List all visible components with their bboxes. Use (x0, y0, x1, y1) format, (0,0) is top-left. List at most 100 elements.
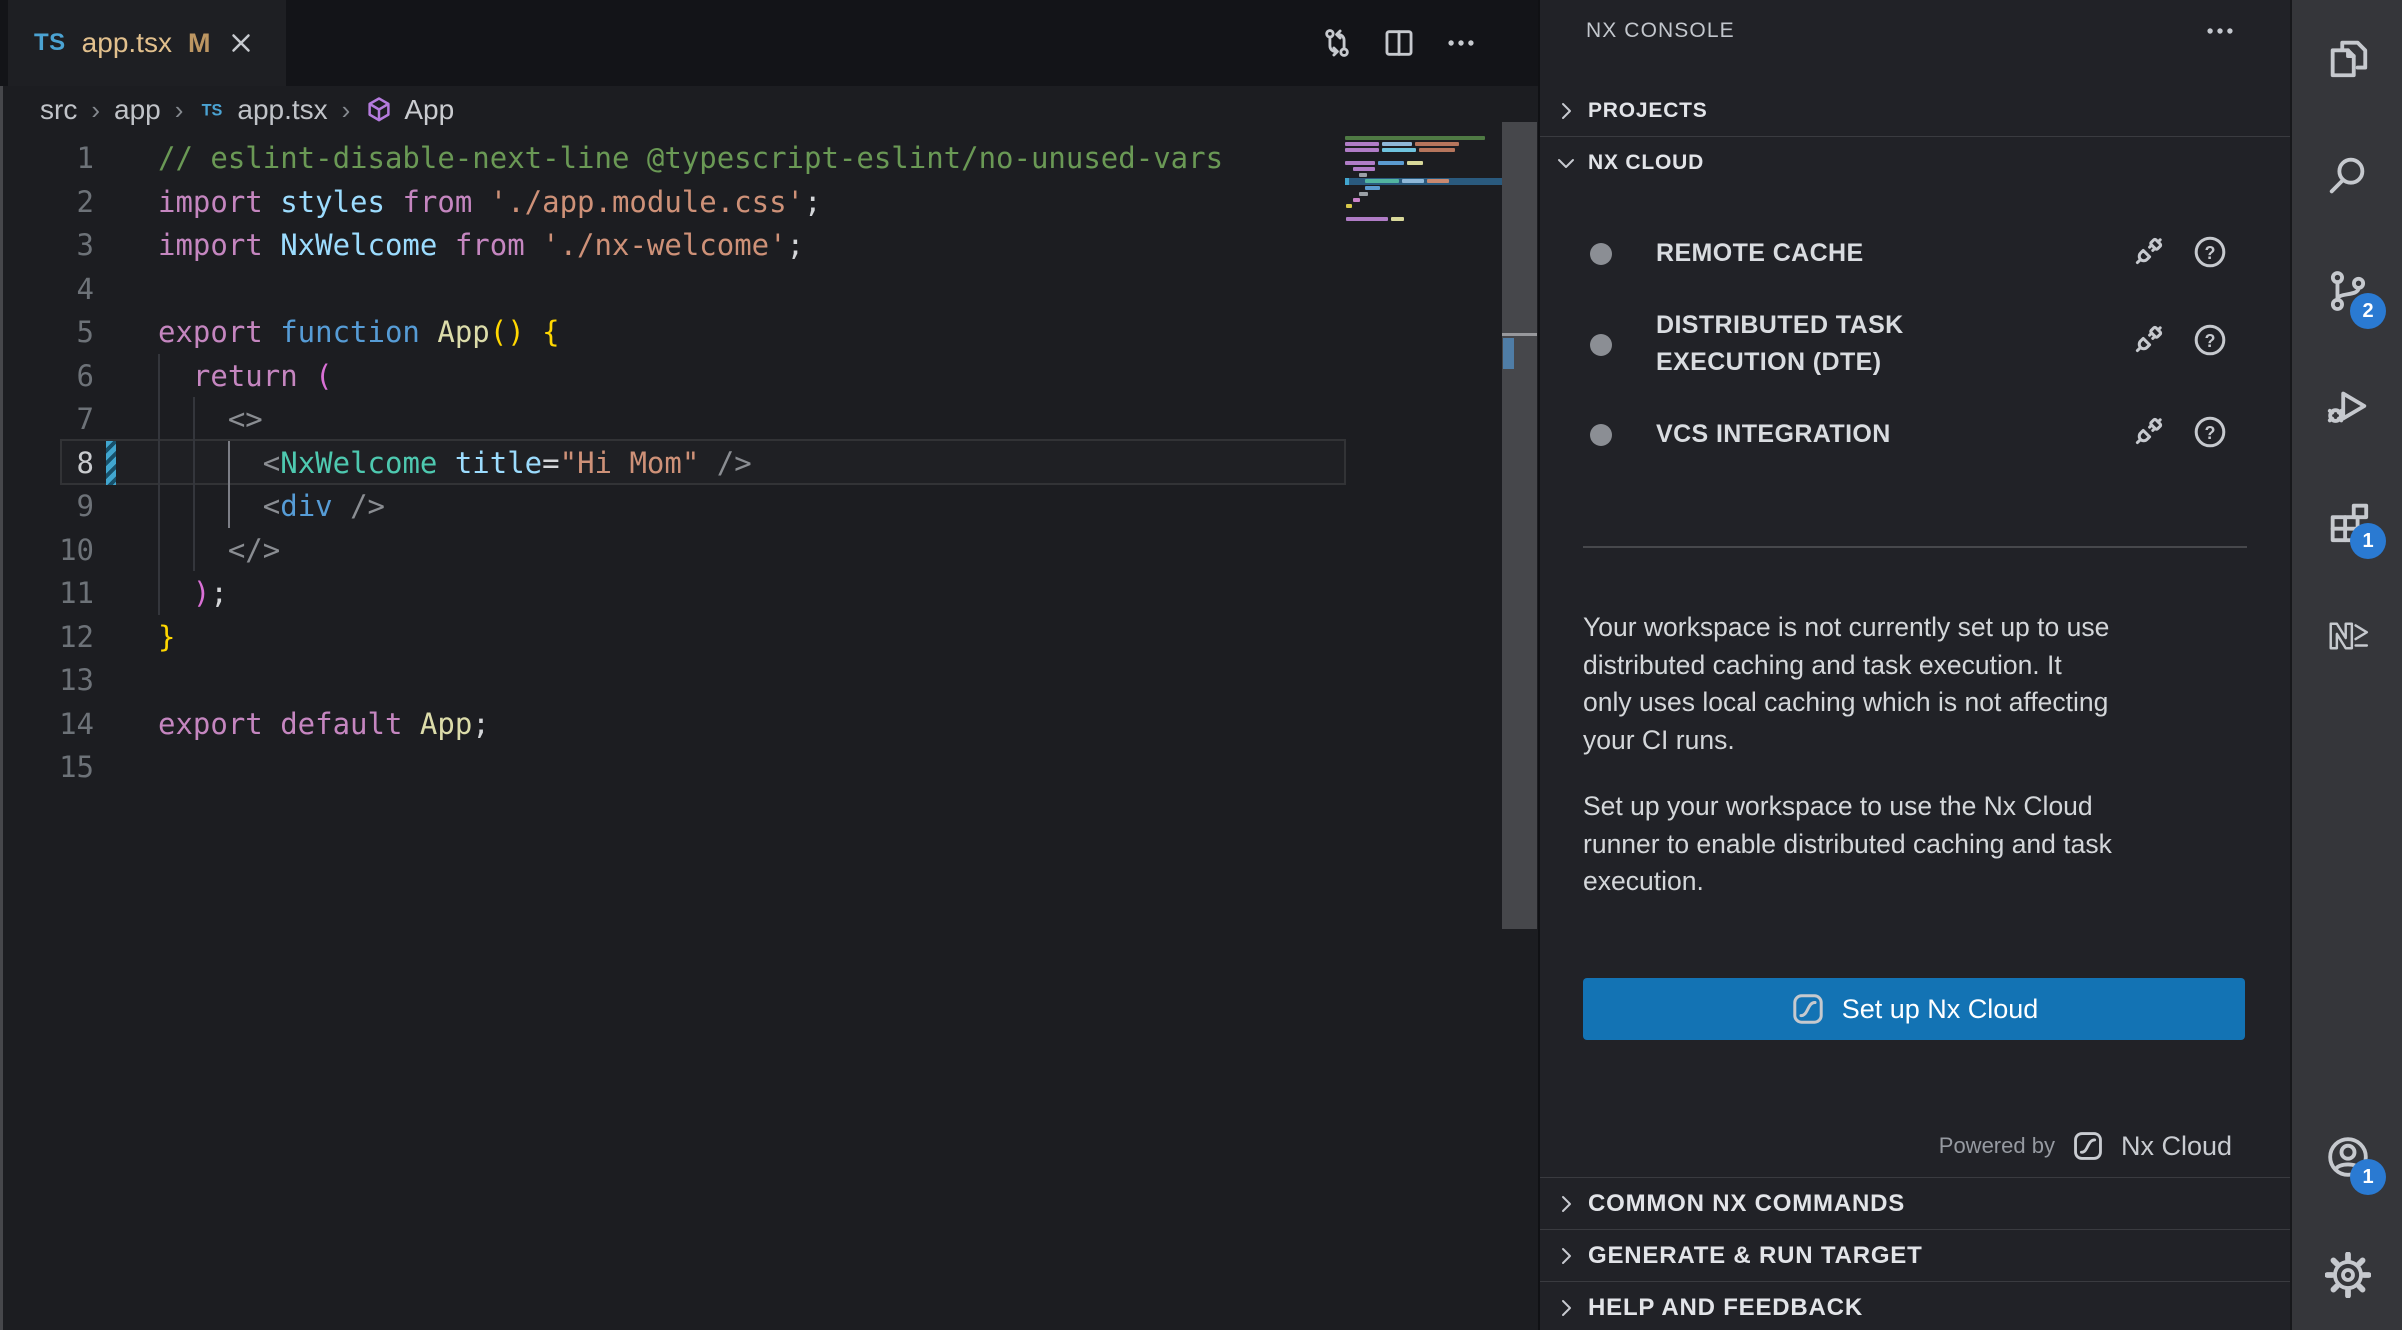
feature-label: REMOTE CACHE (1656, 235, 1864, 272)
section-nx-cloud[interactable]: NX CLOUD (1540, 138, 2290, 188)
code-line-11[interactable]: 11 ); (0, 571, 1345, 615)
left-sash[interactable] (0, 86, 3, 1330)
powered-by-label: Powered by (1939, 1133, 2055, 1159)
powered-by-row: Powered by Nx Cloud (1583, 1120, 2232, 1172)
plug-icon[interactable] (2130, 414, 2166, 450)
line-number: 12 (0, 615, 94, 659)
code-line-6[interactable]: 6 return ( (0, 354, 1345, 398)
code-line-10[interactable]: 10 </> (0, 528, 1345, 572)
line-number: 15 (0, 745, 94, 789)
status-dot (1590, 334, 1612, 356)
code-line-13[interactable]: 13 (0, 658, 1345, 702)
section-generate-run-target[interactable]: GENERATE & RUN TARGET (1540, 1231, 2290, 1281)
badge-count: 1 (2350, 1159, 2386, 1195)
activity-extensions[interactable]: 1 (2292, 473, 2402, 569)
section-projects[interactable]: PROJECTS (1540, 86, 2290, 136)
svg-text:?: ? (2205, 331, 2216, 351)
minimap-line (1345, 142, 1459, 146)
editor-group: TS app.tsx M src›app›TSapp.tsx›App 1// e… (0, 0, 1538, 1330)
code-line-12[interactable]: 12} (0, 615, 1345, 659)
code-line-5[interactable]: 5export function App() { (0, 310, 1345, 354)
code-editor[interactable]: 1// eslint-disable-next-line @typescript… (0, 0, 1538, 1330)
activity-search[interactable] (2292, 128, 2402, 224)
activity-accounts[interactable]: 1 (2292, 1109, 2402, 1205)
section-help-and-feedback[interactable]: HELP AND FEEDBACK (1540, 1283, 2290, 1330)
code-text: // eslint-disable-next-line @typescript-… (158, 136, 1223, 180)
code-line-9[interactable]: 9 <div /> (0, 484, 1345, 528)
minimap-line (1346, 217, 1404, 221)
line-number: 10 (0, 528, 94, 572)
chevron-right-icon (1554, 1192, 1578, 1216)
help-icon[interactable]: ? (2192, 234, 2228, 270)
setup-button-label: Set up Nx Cloud (1842, 994, 2039, 1025)
nx-console-panel: NX CONSOLE PROJECTSNX CLOUDREMOTE CACHE?… (1540, 0, 2290, 1330)
debug-icon (2325, 383, 2371, 429)
minimap[interactable] (1345, 136, 1502, 256)
chevron-right-icon (1554, 99, 1578, 123)
minimap-line (1353, 198, 1360, 202)
files-icon (2325, 35, 2371, 81)
search-icon (2325, 153, 2371, 199)
help-icon[interactable]: ? (2192, 322, 2228, 358)
svg-text:?: ? (2205, 243, 2216, 263)
code-line-3[interactable]: 3 import NxWelcome from './nx-welcome'; (0, 223, 1345, 267)
badge-count: 1 (2350, 523, 2386, 559)
section-label: NX CLOUD (1588, 151, 1704, 175)
minimap-line (1365, 186, 1380, 190)
line-number: 7 (0, 397, 94, 441)
line-number: 13 (0, 658, 94, 702)
code-line-2[interactable]: 2import styles from './app.module.css'; (0, 180, 1345, 224)
nx-cloud-icon (1790, 991, 1826, 1027)
minimap-line (1359, 192, 1368, 196)
divider (1540, 1229, 2290, 1230)
section-common-nx-commands[interactable]: COMMON NX COMMANDS (1540, 1179, 2290, 1229)
code-text: return ( (158, 354, 333, 398)
setup-hint-text: Set up your workspace to use the Nx Clou… (1583, 788, 2259, 901)
code-text: import NxWelcome from './nx-welcome'; (158, 223, 804, 267)
plug-icon[interactable] (2130, 322, 2166, 358)
powered-by-brand: Nx Cloud (2121, 1131, 2232, 1162)
code-line-15[interactable]: 15 (0, 745, 1345, 789)
minimap-line (1353, 167, 1375, 171)
plug-icon[interactable] (2130, 234, 2166, 270)
section-label: GENERATE & RUN TARGET (1588, 1242, 1923, 1270)
line-number: 4 (0, 267, 94, 311)
feature-label: VCS INTEGRATION (1656, 416, 1891, 453)
nx-cloud-icon (2071, 1129, 2105, 1163)
activity-explorer[interactable] (2292, 10, 2402, 106)
section-label: HELP AND FEEDBACK (1588, 1294, 1863, 1322)
activity-bar: 2 1 1 (2290, 0, 2402, 1330)
feature-label: DISTRIBUTED TASKEXECUTION (DTE) (1656, 307, 1904, 381)
code-text: export function App() { (158, 310, 560, 354)
activity-nx-console[interactable] (2292, 588, 2402, 684)
more-actions-icon[interactable] (2200, 14, 2240, 48)
vscode-window: TS app.tsx M src›app›TSapp.tsx›App 1// e… (0, 0, 2402, 1330)
feature-actions: ? (2130, 414, 2228, 450)
setup-nx-cloud-button[interactable]: Set up Nx Cloud (1583, 978, 2245, 1040)
chevron-right-icon (1554, 1296, 1578, 1320)
help-icon[interactable]: ? (2192, 414, 2228, 450)
line-number: 8 (0, 441, 94, 485)
gear-icon (2325, 1252, 2371, 1298)
minimap-line (1359, 173, 1367, 177)
line-number: 9 (0, 484, 94, 528)
code-line-4[interactable]: 4 (0, 267, 1345, 311)
code-line-1[interactable]: 1// eslint-disable-next-line @typescript… (0, 136, 1345, 180)
workspace-status-text: Your workspace is not currently set up t… (1583, 609, 2259, 759)
activity-source-control[interactable]: 2 (2292, 243, 2402, 339)
line-number: 14 (0, 702, 94, 746)
line-number: 3 (0, 223, 94, 267)
activity-run-and-debug[interactable] (2292, 358, 2402, 454)
overview-ruler-modified-marker (1503, 338, 1514, 369)
feature-actions: ? (2130, 322, 2228, 358)
code-line-14[interactable]: 14export default App; (0, 702, 1345, 746)
section-label: COMMON NX COMMANDS (1588, 1190, 1905, 1218)
scrollbar[interactable] (1502, 122, 1537, 929)
code-text: <div /> (158, 484, 385, 528)
divider (1540, 136, 2290, 137)
code-text: <NxWelcome title="Hi Mom" /> (158, 441, 752, 485)
activity-settings[interactable] (2292, 1227, 2402, 1323)
code-text: ); (158, 571, 228, 615)
code-line-7[interactable]: 7 <> (0, 397, 1345, 441)
code-line-8[interactable]: 8 <NxWelcome title="Hi Mom" /> (0, 441, 1345, 485)
